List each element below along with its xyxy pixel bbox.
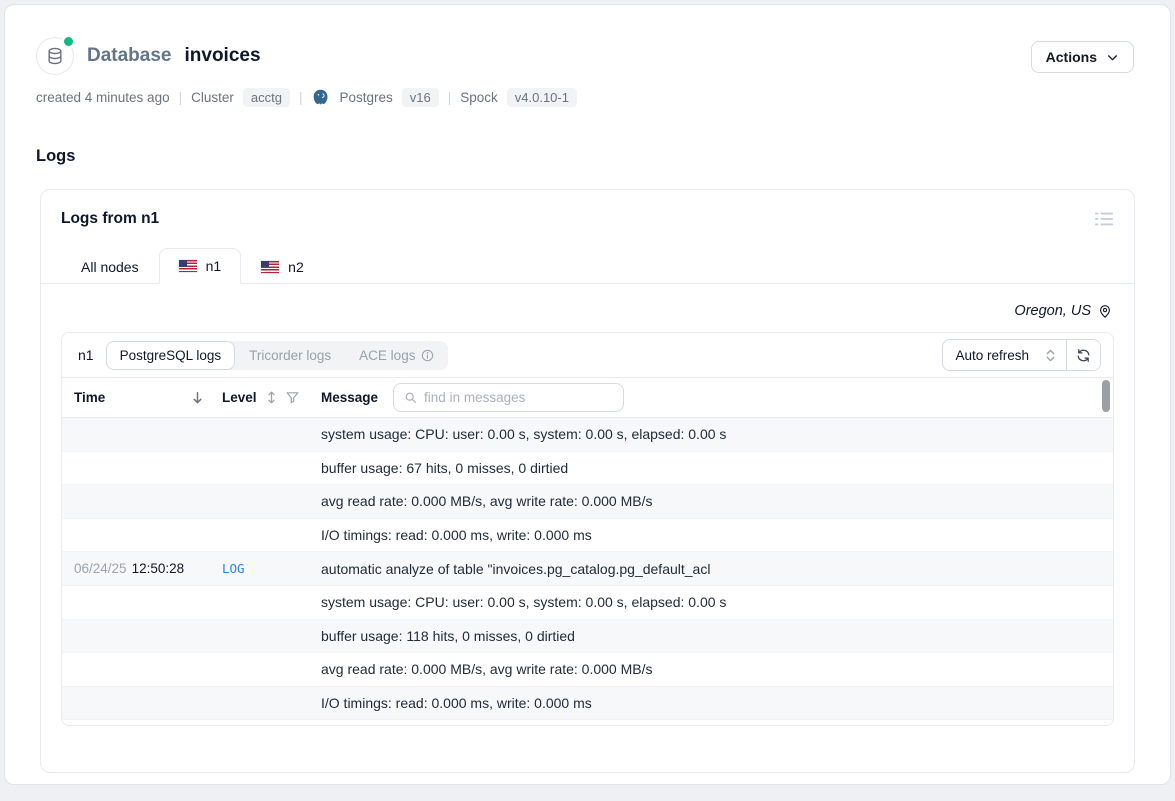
tab-tricorder-logs[interactable]: Tricorder logs [235, 341, 345, 370]
table-row: I/O timings: read: 0.000 ms, write: 0.00… [62, 687, 1113, 721]
sort-toggle-icon[interactable] [265, 391, 278, 404]
log-level: LOG [222, 561, 321, 576]
message-search-box [393, 383, 624, 412]
table-row: system usage: CPU: user: 0.00 s, system:… [62, 586, 1113, 620]
tab-all-nodes[interactable]: All nodes [61, 248, 159, 284]
app-window: Database invoices created 4 minutes ago … [4, 4, 1171, 785]
actions-button-label: Actions [1046, 49, 1097, 65]
us-flag-icon [179, 260, 197, 272]
tab-ace-logs[interactable]: ACE logs [345, 341, 448, 370]
select-chevrons-icon [1045, 349, 1056, 362]
search-icon [404, 391, 417, 404]
log-table-body: system usage: CPU: user: 0.00 s, system:… [62, 418, 1113, 720]
cluster-label: Cluster [191, 90, 234, 105]
status-online-dot [62, 35, 75, 48]
region-label: Oregon, US [1014, 303, 1091, 319]
node-tab-bar: All nodes n1 n2 [41, 247, 1134, 284]
column-message: Message [321, 390, 378, 405]
refresh-button[interactable] [1067, 340, 1100, 370]
table-row: avg read rate: 0.000 MB/s, avg write rat… [62, 653, 1113, 687]
info-icon [421, 349, 434, 362]
log-message: automatic analyze of table "invoices.pg_… [321, 561, 1101, 577]
actions-button[interactable]: Actions [1031, 41, 1134, 73]
table-row: buffer usage: 67 hits, 0 misses, 0 dirti… [62, 452, 1113, 486]
log-message: system usage: CPU: user: 0.00 s, system:… [321, 594, 1101, 610]
page-title: invoices [185, 45, 261, 67]
log-panel-toolbar: n1 PostgreSQL logs Tricorder logs ACE lo… [62, 333, 1113, 378]
log-time: 06/24/2512:50:28 [74, 561, 222, 576]
cluster-badge: acctg [243, 88, 290, 107]
section-title: Logs [36, 147, 1170, 166]
page-header: Database invoices created 4 minutes ago … [5, 5, 1170, 107]
location-pin-icon [1097, 303, 1113, 319]
log-message: system usage: CPU: user: 0.00 s, system:… [321, 426, 1101, 442]
us-flag-icon [261, 261, 279, 273]
scrollbar-thumb[interactable] [1102, 380, 1110, 412]
log-message: avg read rate: 0.000 MB/s, avg write rat… [321, 493, 1101, 509]
table-row: I/O timings: read: 0.000 ms, write: 0.00… [62, 519, 1113, 553]
table-row: avg read rate: 0.000 MB/s, avg write rat… [62, 485, 1113, 519]
refresh-icon [1076, 348, 1091, 363]
table-row: system usage: CPU: user: 0.00 s, system:… [62, 418, 1113, 452]
log-table-header: Time Level Message [62, 378, 1113, 418]
table-row: 06/24/2512:50:28LOGautomatic analyze of … [62, 552, 1113, 586]
logs-card-title: Logs from n1 [41, 190, 1134, 228]
database-avatar [36, 37, 74, 75]
table-row: buffer usage: 118 hits, 0 misses, 0 dirt… [62, 620, 1113, 654]
sort-descending-icon[interactable] [191, 391, 204, 405]
message-search-input[interactable] [424, 390, 613, 405]
auto-refresh-select[interactable]: Auto refresh [943, 340, 1066, 370]
logs-card: Logs from n1 All nodes n1 n2 Oregon, US [40, 189, 1135, 773]
column-level: Level [222, 390, 257, 405]
log-source-tabs: PostgreSQL logs Tricorder logs ACE logs [106, 341, 449, 370]
database-icon [45, 46, 65, 66]
panel-node-label: n1 [78, 347, 94, 363]
page-type-label: Database [87, 45, 172, 67]
filter-icon[interactable] [286, 391, 299, 404]
log-list-icon[interactable] [1094, 210, 1114, 228]
tab-node-n1[interactable]: n1 [159, 248, 242, 284]
postgres-icon [311, 88, 330, 107]
log-message: buffer usage: 118 hits, 0 misses, 0 dirt… [321, 628, 1101, 644]
breadcrumb-meta: created 4 minutes ago | Cluster acctg | … [36, 88, 1134, 107]
extension-label: Spock [460, 90, 498, 105]
tab-node-n2[interactable]: n2 [241, 248, 324, 284]
log-panel: n1 PostgreSQL logs Tricorder logs ACE lo… [61, 332, 1114, 726]
extension-version-badge: v4.0.10-1 [507, 88, 577, 107]
region-indicator: Oregon, US [41, 284, 1134, 319]
log-message: buffer usage: 67 hits, 0 misses, 0 dirti… [321, 460, 1101, 476]
refresh-controls: Auto refresh [942, 339, 1101, 371]
tab-postgresql-logs[interactable]: PostgreSQL logs [106, 341, 236, 370]
chevron-down-icon [1106, 51, 1119, 64]
created-label: created 4 minutes ago [36, 90, 170, 105]
engine-version-badge: v16 [402, 88, 439, 107]
log-message: avg read rate: 0.000 MB/s, avg write rat… [321, 661, 1101, 677]
column-time: Time [74, 390, 105, 405]
engine-label: Postgres [339, 90, 392, 105]
log-message: I/O timings: read: 0.000 ms, write: 0.00… [321, 695, 1101, 711]
log-message: I/O timings: read: 0.000 ms, write: 0.00… [321, 527, 1101, 543]
